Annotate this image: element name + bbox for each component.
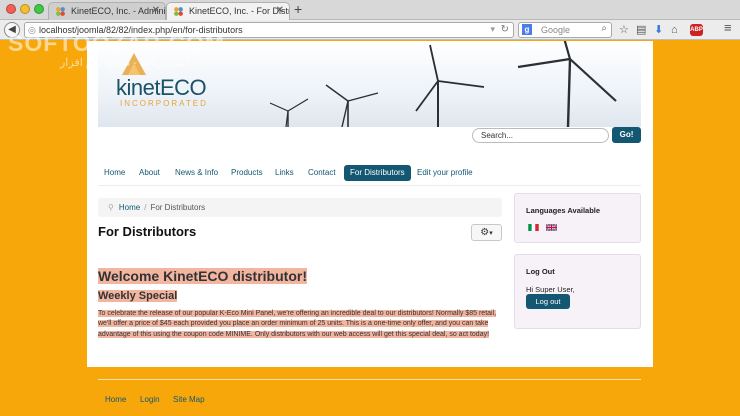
article-subheading: Weekly Special	[98, 290, 178, 302]
menu-item-contact[interactable]: Contact	[302, 165, 342, 181]
footer-divider	[98, 379, 641, 380]
menu-item-links[interactable]: Links	[269, 165, 300, 181]
article-subheading-text: Weekly Special	[98, 290, 178, 302]
window-close-icon[interactable]	[6, 4, 16, 14]
menu-item-products[interactable]: Products	[225, 165, 269, 181]
joomla-favicon-icon	[174, 7, 183, 16]
wind-turbines-image	[269, 41, 617, 127]
caret-down-icon: ▾	[489, 230, 493, 237]
watermark-text: SOFTOOZAR.COM	[8, 30, 226, 56]
site-tagline: INCORPORATED	[120, 99, 208, 108]
breadcrumb-separator: /	[144, 203, 147, 212]
home-icon[interactable]: ⌂	[671, 24, 678, 36]
search-icon[interactable]: ⌕	[601, 23, 607, 34]
site-search-input[interactable]: Search...	[472, 128, 609, 143]
footer-link-login[interactable]: Login	[140, 395, 160, 404]
dropdown-arrow-icon[interactable]: ▾	[490, 24, 495, 35]
bookmarks-list-icon[interactable]: ▤	[636, 24, 646, 36]
browser-tab-admin[interactable]: KinetECO, Inc. - Administra... ✕	[48, 2, 166, 20]
logout-button[interactable]: Log out	[526, 294, 570, 309]
google-icon: g	[522, 24, 532, 35]
watermark-subtext: آیتی برنامه - دانلود نرم افزار	[60, 57, 189, 69]
logout-module: Log Out Hi Super User, Log out	[514, 254, 641, 329]
article-heading-text: Welcome KinetECO distributor!	[98, 268, 307, 284]
menu-hamburger-icon[interactable]: ≡	[724, 21, 732, 34]
download-icon[interactable]: ⬇	[654, 24, 663, 36]
site-logo[interactable]: kinetECO	[116, 75, 207, 101]
menu-item-edit-profile[interactable]: Edit your profile	[411, 165, 479, 181]
article-body-text: To celebrate the release of our popular …	[98, 310, 497, 338]
breadcrumb: ⚲ Home / For Distributors	[98, 198, 502, 217]
menu-item-for-distributors[interactable]: For Distributors	[344, 165, 411, 181]
footer-link-site-map[interactable]: Site Map	[173, 395, 205, 404]
window-minimize-icon[interactable]	[20, 4, 30, 14]
new-tab-icon[interactable]: +	[294, 1, 302, 17]
location-pin-icon: ⚲	[108, 203, 114, 212]
joomla-favicon-icon	[56, 7, 65, 16]
article-heading: Welcome KinetECO distributor!	[98, 268, 307, 284]
reload-icon[interactable]: ↻	[501, 24, 509, 35]
browser-search-box[interactable]: g Google ⌕	[518, 22, 612, 38]
footer-link-home[interactable]: Home	[105, 395, 126, 404]
breadcrumb-home-link[interactable]: Home	[119, 203, 140, 212]
page-title: For Distributors	[98, 224, 197, 239]
user-greeting: Hi Super User,	[526, 285, 575, 294]
site-search-button[interactable]: Go!	[612, 127, 641, 143]
article-tools-button[interactable]: ⚙▾	[471, 224, 502, 241]
languages-module: Languages Available	[514, 193, 641, 243]
article-body: To celebrate the release of our popular …	[98, 309, 503, 340]
window-zoom-icon[interactable]	[34, 4, 44, 14]
logout-title: Log Out	[526, 267, 555, 276]
breadcrumb-current: For Distributors	[150, 203, 206, 212]
menu-item-about[interactable]: About	[133, 165, 166, 181]
browser-tab-bar: KinetECO, Inc. - Administra... ✕ KinetEC…	[0, 0, 740, 20]
italian-flag-icon[interactable]	[528, 224, 539, 231]
browser-search-placeholder: Google	[541, 25, 571, 35]
close-tab-icon[interactable]: ✕	[152, 5, 160, 16]
browser-tab-distributors[interactable]: KinetECO, Inc. - For Distrib... ✕	[166, 2, 290, 20]
menu-item-home[interactable]: Home	[98, 165, 131, 181]
bookmark-star-icon[interactable]: ☆	[619, 24, 629, 36]
gear-icon: ⚙	[480, 227, 490, 238]
adblock-icon[interactable]: ABP	[690, 24, 703, 36]
main-menu: Home About News & Info Products Links Co…	[98, 160, 641, 186]
uk-flag-icon[interactable]	[546, 224, 557, 231]
close-tab-icon[interactable]: ✕	[276, 5, 284, 16]
menu-item-news[interactable]: News & Info	[169, 165, 224, 181]
languages-title: Languages Available	[526, 206, 601, 215]
